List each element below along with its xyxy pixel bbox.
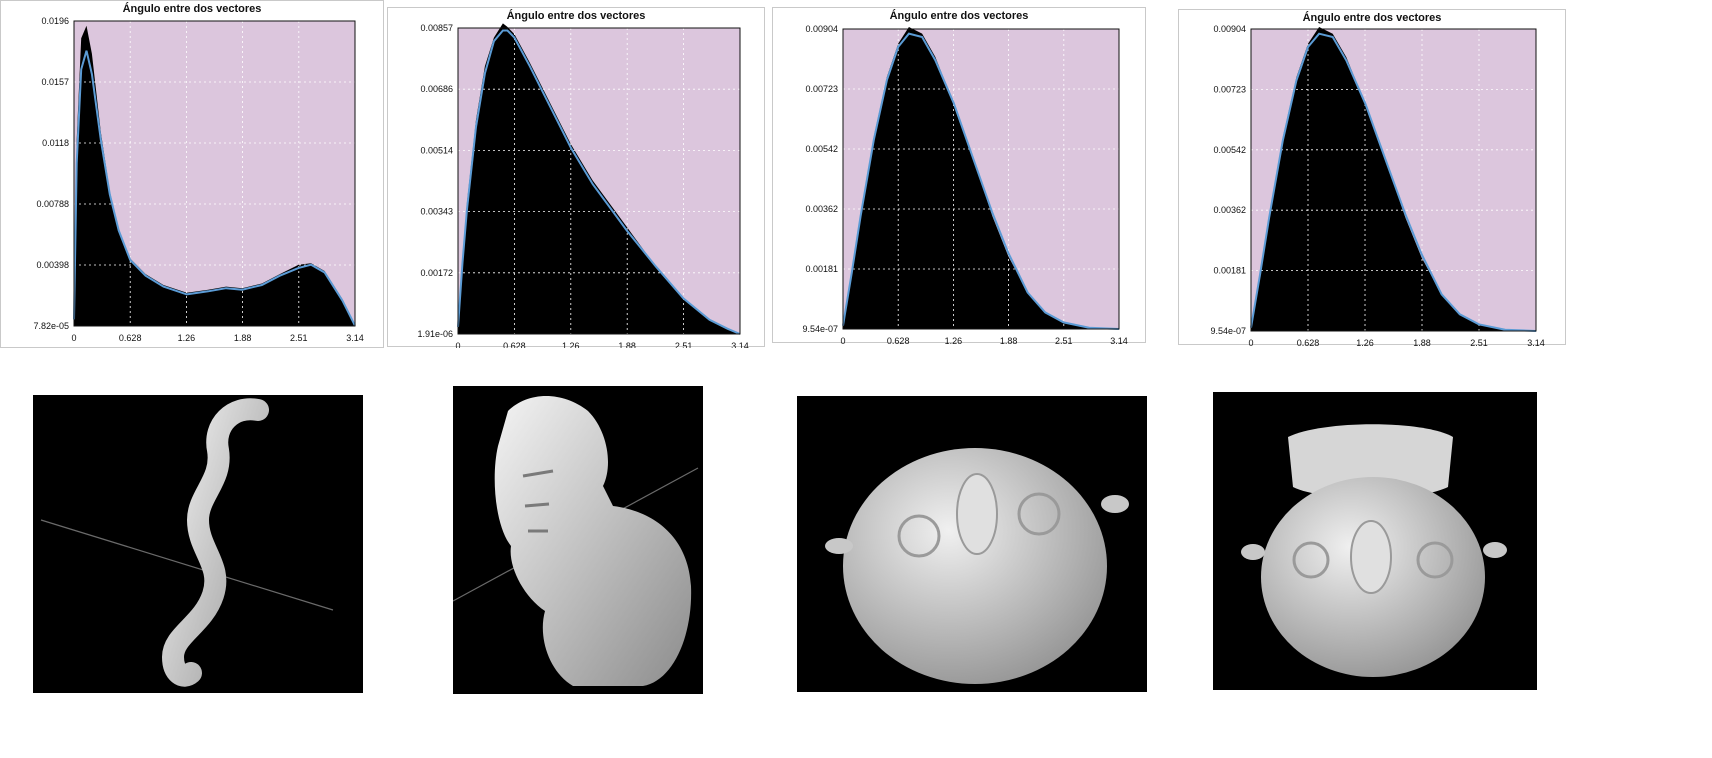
x-tick-label: 0.628 <box>1297 338 1320 346</box>
render-vessel-2 <box>1213 392 1537 690</box>
x-tick-label: 2.51 <box>1055 336 1073 344</box>
x-tick-label: 1.26 <box>178 333 196 343</box>
statue-model <box>494 396 692 686</box>
y-tick-label: 0.00904 <box>805 24 838 34</box>
chart-4: 0 0.628 1.26 1.88 2.51 3.14 9.54e-07 0.00181 0.0… <box>1210 24 1545 346</box>
axis-line <box>40 519 334 611</box>
x-tick-label: 0 <box>455 341 460 348</box>
y-tick-label: 0.00362 <box>1213 205 1246 215</box>
vessel-nose <box>1350 520 1392 594</box>
x-tick-label: 3.14 <box>1110 336 1128 344</box>
y-tick-label: 9.54e-07 <box>802 324 838 334</box>
chart-panel-3: Ángulo entre dos vectores 0 0.628 1.26 1.88… <box>772 7 1146 344</box>
x-tick-label: 3.14 <box>1527 338 1545 346</box>
x-tick-label: 0 <box>71 333 76 343</box>
y-tick-label: 0.00181 <box>1213 266 1246 276</box>
y-tick-label: 0.00181 <box>805 264 838 274</box>
y-tick-label: 0.00904 <box>1213 24 1246 34</box>
vessel-handle-right <box>1483 542 1507 558</box>
chart-panel-2: Ángulo entre dos vectores 0 0.628 1.26 1.88… <box>387 7 765 348</box>
serpent-model <box>162 398 269 687</box>
x-tick-label: 3.14 <box>346 333 364 343</box>
y-tick-label: 0.00723 <box>1213 84 1246 94</box>
chart-3: 0 0.628 1.26 1.88 2.51 3.14 9.54e-07 0.00181 0.0… <box>802 24 1128 344</box>
y-tick-label: 0.00343 <box>420 207 453 217</box>
render-vessel-1 <box>797 396 1147 692</box>
x-tick-label: 1.26 <box>945 336 963 344</box>
y-tick-label: 0.00857 <box>420 23 453 33</box>
x-tick-label: 0.628 <box>119 333 142 343</box>
y-tick-label: 7.82e-05 <box>33 321 69 331</box>
chart-2: 0 0.628 1.26 1.88 2.51 3.14 1.91e-06 0.00172 0.0… <box>417 23 749 348</box>
x-tick-label: 1.26 <box>1356 338 1374 346</box>
vessel-nose <box>956 473 998 555</box>
x-tick-label: 3.14 <box>731 341 749 348</box>
render-serpent <box>33 395 363 693</box>
x-tick-label: 0.628 <box>503 341 526 348</box>
y-tick-label: 0.0196 <box>41 16 69 26</box>
x-tick-label: 1.88 <box>1413 338 1431 346</box>
x-tick-label: 2.51 <box>1470 338 1488 346</box>
y-tick-label: 0.0157 <box>41 77 69 87</box>
chart-panel-4: Ángulo entre dos vectores 0 0.628 1.26 1.88… <box>1178 9 1566 346</box>
x-tick-label: 2.51 <box>290 333 308 343</box>
vessel-handle-left <box>1241 544 1265 560</box>
y-tick-label: 0.00542 <box>1213 145 1246 155</box>
x-tick-label: 0.628 <box>887 336 910 344</box>
y-tick-label: 0.00172 <box>420 268 453 278</box>
render-statue <box>453 386 703 694</box>
y-tick-label: 9.54e-07 <box>1210 326 1246 336</box>
x-tick-label: 1.88 <box>618 341 636 348</box>
y-tick-label: 0.0118 <box>42 138 69 148</box>
x-tick-label: 0 <box>1248 338 1253 346</box>
y-tick-label: 0.00362 <box>805 204 838 214</box>
chart-1: 0 0.628 1.26 1.88 2.51 3.14 7.82e-05 0.00398 0.0… <box>33 16 364 343</box>
y-tick-label: 0.00686 <box>420 84 453 94</box>
x-tick-label: 0 <box>840 336 845 344</box>
x-tick-label: 1.88 <box>1000 336 1018 344</box>
y-tick-label: 0.00542 <box>805 144 838 154</box>
x-tick-label: 1.88 <box>234 333 252 343</box>
y-tick-label: 0.00723 <box>805 84 838 94</box>
y-tick-label: 0.00398 <box>36 260 69 270</box>
x-tick-label: 1.26 <box>562 341 580 348</box>
chart-panel-1: Ángulo entre dos vectores 0 0.628 1.26 1.88… <box>0 0 384 348</box>
vessel-handle-left <box>825 538 853 554</box>
x-tick-label: 2.51 <box>675 341 693 348</box>
y-tick-label: 0.00788 <box>36 199 69 209</box>
y-tick-label: 0.00514 <box>420 145 453 155</box>
y-tick-label: 1.91e-06 <box>417 329 453 339</box>
vessel-handle-right <box>1101 495 1129 513</box>
